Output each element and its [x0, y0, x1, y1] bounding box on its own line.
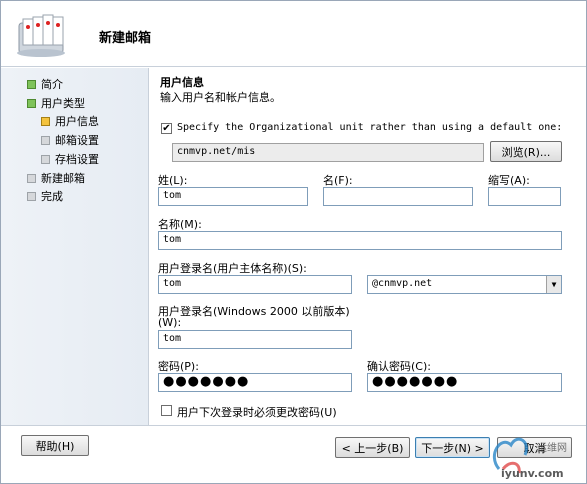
step-done-icon: [27, 79, 36, 89]
step-user-type: 用户类型: [27, 95, 85, 111]
first-name-label: 名(F):: [323, 174, 353, 187]
password-field[interactable]: ●●●●●●●: [158, 373, 352, 392]
chevron-down-icon[interactable]: ▼: [546, 276, 561, 293]
password-label: 密码(P):: [158, 360, 199, 373]
checkmark-icon: ✔: [162, 122, 171, 134]
step-archive-settings: 存档设置: [41, 151, 99, 167]
step-done-icon: [27, 98, 36, 108]
step-label: 用户信息: [55, 115, 99, 128]
wizard-steps-panel: 简介 用户类型 用户信息 邮箱设置 存档设置 新建邮箱 完成: [1, 68, 149, 425]
change-password-checkbox[interactable]: [161, 405, 172, 416]
section-description: 输入用户名和帐户信息。: [160, 91, 281, 104]
prewin-label-suffix: (W):: [158, 316, 182, 329]
section-title: 用户信息: [160, 76, 204, 89]
step-pending-icon: [41, 154, 50, 164]
wizard-title: 新建邮箱: [99, 31, 152, 46]
next-button[interactable]: 下一步(N) >: [415, 437, 490, 458]
prewin-logon-field[interactable]: tom: [158, 330, 352, 349]
last-name-field[interactable]: tom: [158, 187, 308, 206]
step-label: 简介: [41, 78, 63, 91]
display-name-field[interactable]: tom: [158, 231, 562, 250]
display-name-label: 名称(M):: [158, 218, 202, 231]
step-user-info: 用户信息: [41, 113, 99, 129]
prewin-label: 用户登录名(Windows 2000 以前版本): [158, 305, 350, 318]
confirm-password-field[interactable]: ●●●●●●●: [367, 373, 562, 392]
upn-label: 用户登录名(用户主体名称)(S):: [158, 262, 307, 275]
step-label: 完成: [41, 190, 63, 203]
step-label: 用户类型: [41, 97, 85, 110]
site-watermark: 运维网 iyunv.com: [492, 437, 567, 480]
ou-path-field[interactable]: cnmvp.net/mis: [172, 143, 484, 162]
step-label: 新建邮箱: [41, 172, 85, 185]
upn-domain-value: @cnmvp.net: [372, 278, 433, 289]
ou-checkbox[interactable]: ✔: [161, 123, 172, 134]
mailbox-wizard-icon: [17, 14, 65, 57]
wizard-window: 新建邮箱 简介 用户类型 用户信息 邮箱设置 存档设置 新建邮箱 完成 用户信息…: [0, 0, 587, 484]
step-pending-icon: [41, 135, 50, 145]
ou-checkbox-label: Specify the Organizational unit rather t…: [177, 122, 563, 133]
initials-field[interactable]: [488, 187, 561, 206]
step-current-icon: [41, 116, 50, 126]
wizard-header: 新建邮箱: [1, 1, 586, 67]
browse-button[interactable]: 浏览(R)...: [490, 141, 562, 162]
upn-domain-select[interactable]: @cnmvp.net ▼: [367, 275, 562, 294]
initials-label: 缩写(A):: [488, 174, 530, 187]
watermark-url: iyunv.com: [501, 467, 564, 480]
confirm-password-label: 确认密码(C):: [367, 360, 431, 373]
help-button[interactable]: 帮助(H): [21, 435, 89, 456]
back-button[interactable]: < 上一步(B): [335, 437, 410, 458]
first-name-field[interactable]: [323, 187, 473, 206]
watermark-cn: 运维网: [537, 441, 567, 454]
step-finish: 完成: [27, 188, 63, 204]
upn-field[interactable]: tom: [158, 275, 352, 294]
step-new-mailbox: 新建邮箱: [27, 170, 85, 186]
last-name-label: 姓(L):: [158, 174, 188, 187]
step-pending-icon: [27, 173, 36, 183]
step-pending-icon: [27, 191, 36, 201]
step-mailbox-settings: 邮箱设置: [41, 132, 99, 148]
step-label: 存档设置: [55, 153, 99, 166]
step-intro: 简介: [27, 76, 63, 92]
step-label: 邮箱设置: [55, 134, 99, 147]
change-password-label: 用户下次登录时必须更改密码(U): [177, 406, 337, 419]
